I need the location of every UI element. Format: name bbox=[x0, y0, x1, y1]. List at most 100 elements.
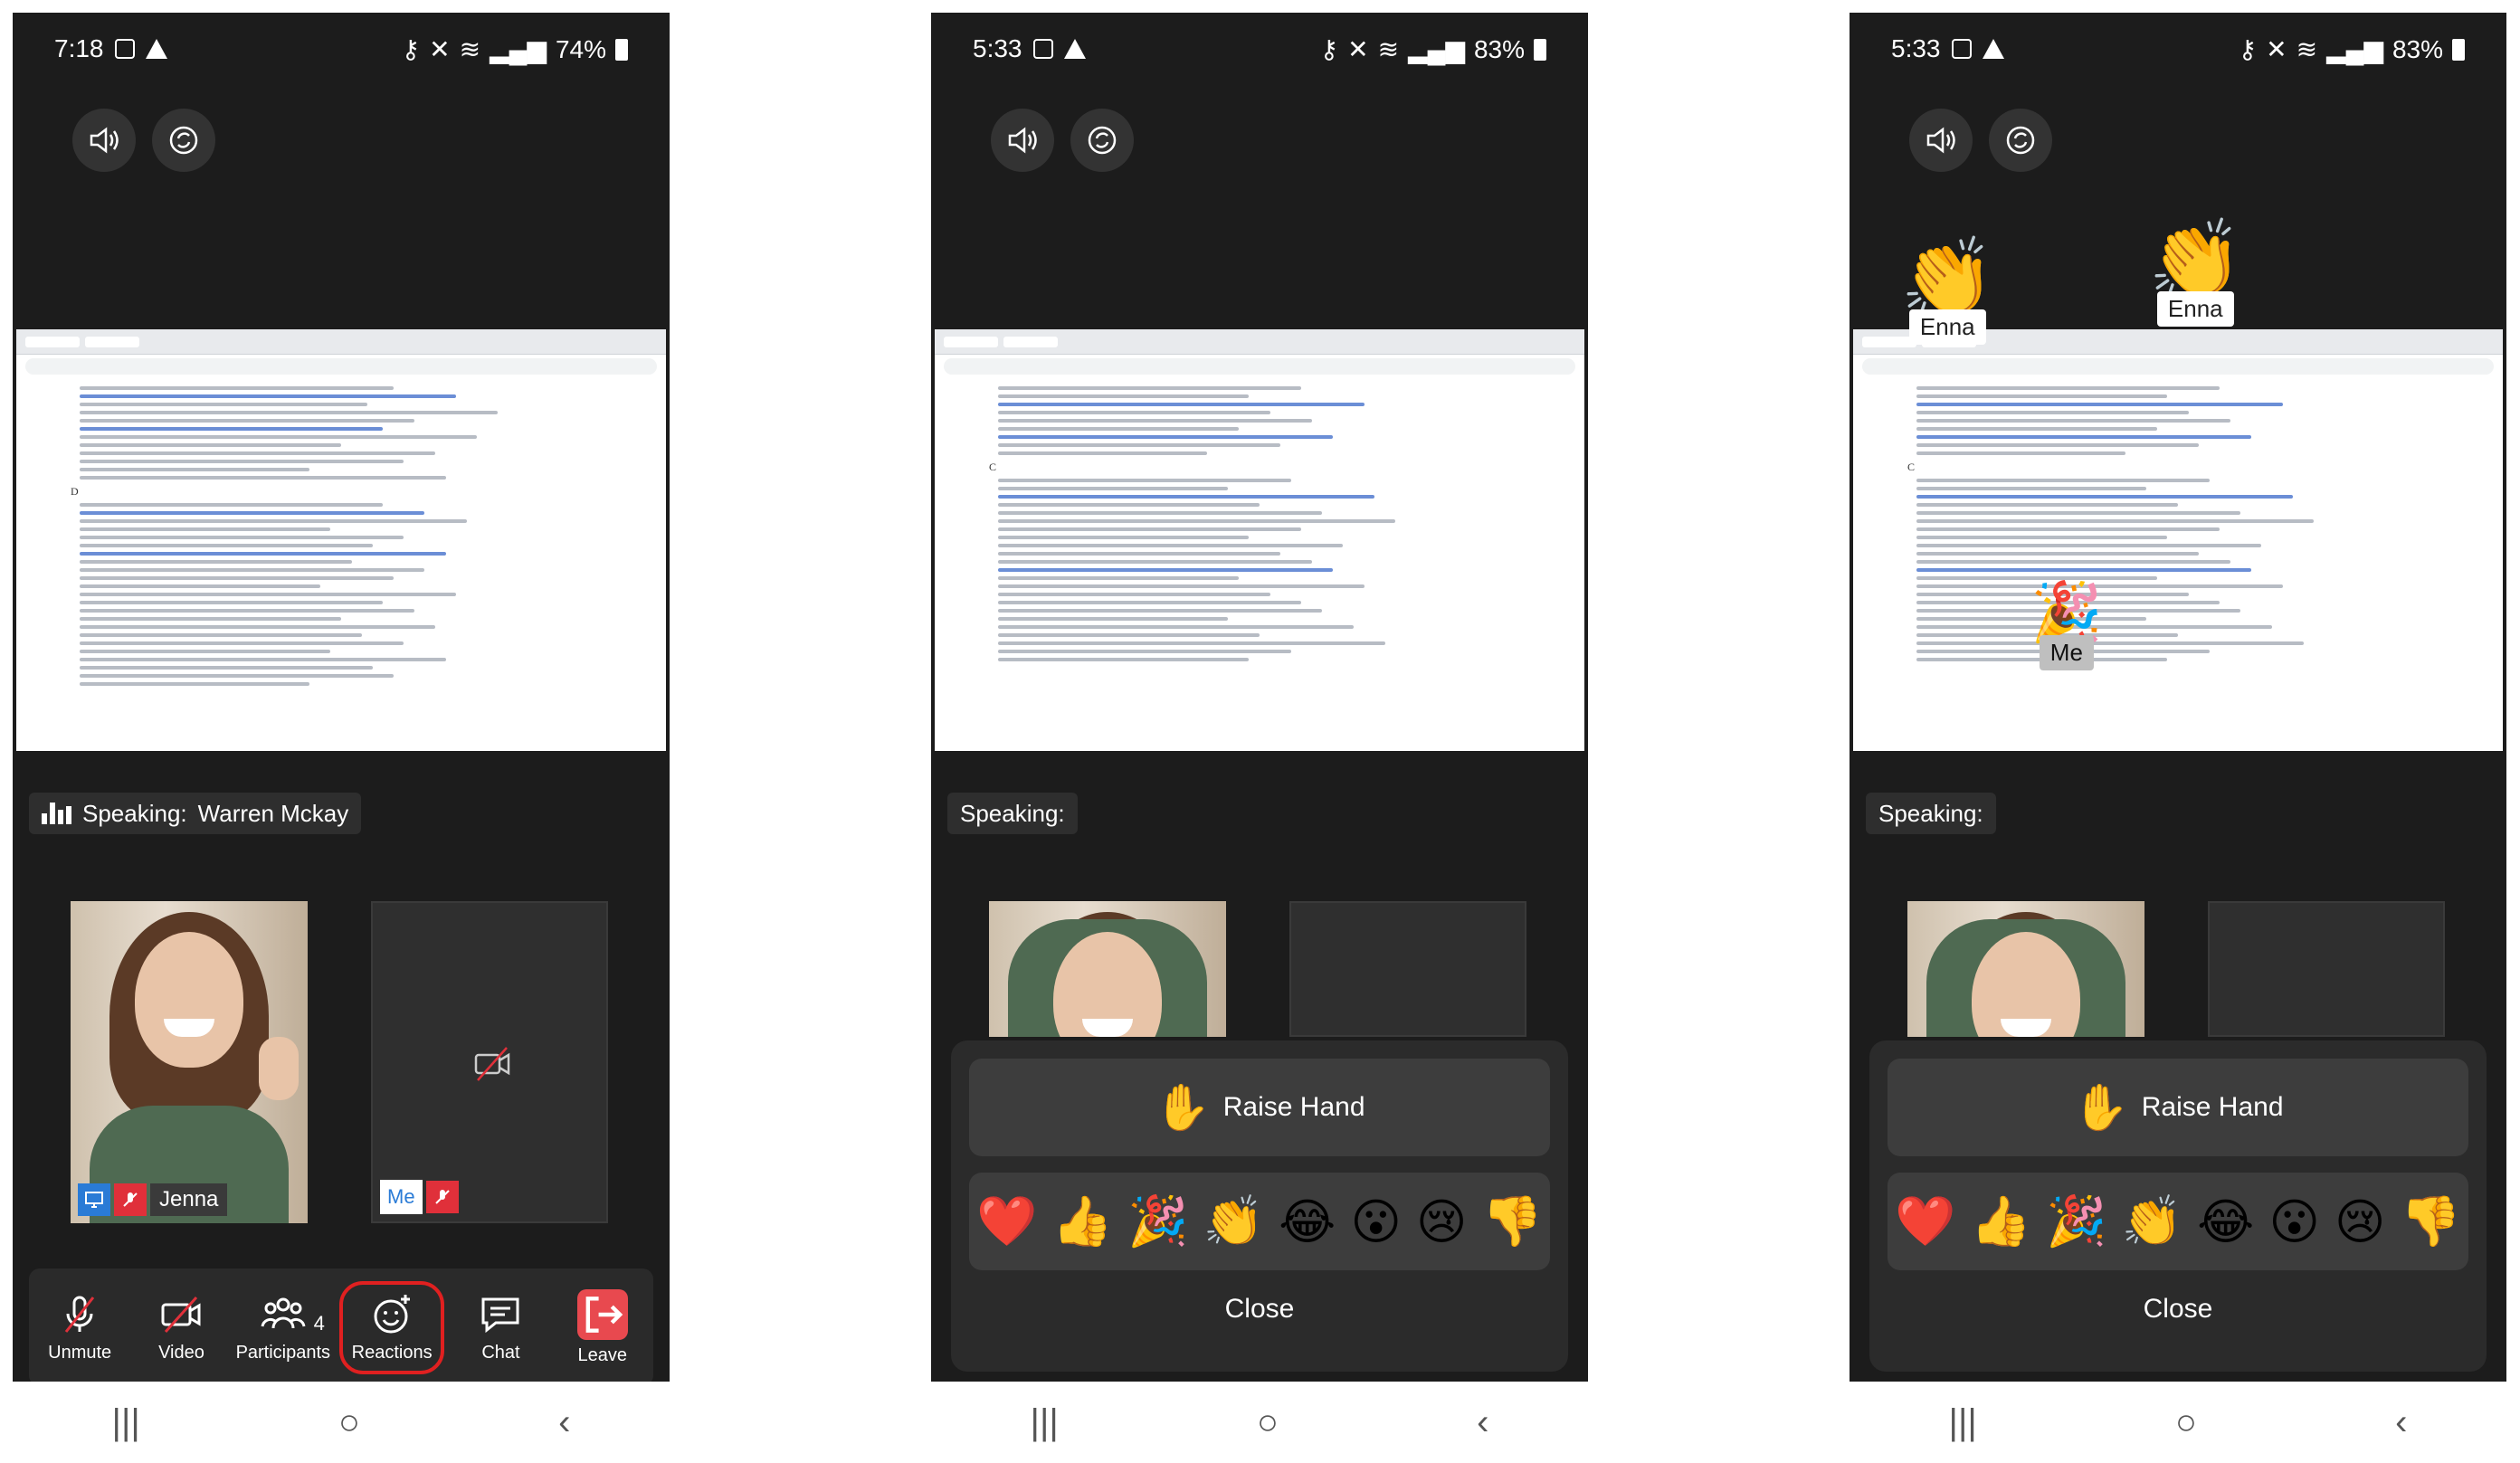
phone-screen-1: 7:18 ⚷ ✕ ≋ ▂▄▆ 74% D Speaking: Warren Mckay … bbox=[13, 13, 670, 1463]
speaker-button[interactable] bbox=[1909, 109, 1973, 172]
phone-screen-2: 5:33 ⚷ ✕ ≋ ▂▄▆ 83% C Speaking: ✋ Raise Hand … bbox=[931, 13, 1588, 1463]
leave-icon bbox=[576, 1288, 628, 1340]
thumbs-down-reaction-icon[interactable]: 👎 bbox=[1482, 1193, 1543, 1250]
audio-level-icon bbox=[42, 803, 71, 824]
mic-off-icon bbox=[425, 1181, 459, 1213]
speaking-name: Warren Mckay bbox=[197, 799, 349, 827]
unmute-label: Unmute bbox=[48, 1342, 112, 1363]
screen-share-view[interactable]: D bbox=[16, 329, 666, 751]
laugh-reaction-icon[interactable]: 😂 bbox=[2197, 1193, 2254, 1250]
thumbs-up-reaction-icon[interactable]: 👍 bbox=[1052, 1193, 1113, 1250]
screen-share-icon bbox=[78, 1183, 110, 1216]
switch-camera-icon bbox=[169, 126, 198, 155]
meeting-toolbar: Unmute Video 4 Participants Reactions Ch… bbox=[29, 1268, 653, 1386]
sad-reaction-icon[interactable]: 😢 bbox=[2335, 1193, 2385, 1250]
mute-icon: ✕ bbox=[1347, 35, 1369, 63]
video-off-icon bbox=[474, 1047, 510, 1081]
battery-text: 83% bbox=[2392, 34, 2443, 63]
surprised-reaction-icon[interactable]: 😮 bbox=[1350, 1193, 1401, 1250]
mic-off-icon bbox=[114, 1183, 147, 1216]
heart-reaction-icon[interactable]: ❤️ bbox=[1895, 1193, 1955, 1250]
android-nav-bar: ||| ○ ‹ bbox=[13, 1382, 670, 1463]
drive-icon bbox=[1063, 39, 1086, 59]
reactions-sheet: ✋ Raise Hand ❤️ 👍 🎉 👏 😂 😮 😢 👎 Close bbox=[951, 1040, 1568, 1372]
back-icon[interactable]: ‹ bbox=[558, 1402, 570, 1443]
gallery-icon bbox=[114, 39, 135, 59]
back-icon[interactable]: ‹ bbox=[2395, 1402, 2407, 1443]
thumbs-down-reaction-icon[interactable]: 👎 bbox=[2401, 1193, 2461, 1250]
mic-off-icon bbox=[64, 1296, 95, 1333]
leave-button[interactable]: Leave bbox=[557, 1288, 648, 1366]
status-time: 5:33 bbox=[1891, 34, 1941, 62]
participant-tile-jenna[interactable] bbox=[989, 901, 1226, 1037]
recents-icon[interactable]: ||| bbox=[112, 1402, 140, 1443]
switch-camera-button[interactable] bbox=[1989, 109, 2052, 172]
mute-icon: ✕ bbox=[2266, 35, 2287, 63]
screen-share-view[interactable]: C bbox=[1853, 329, 2503, 751]
video-label: Video bbox=[158, 1342, 204, 1363]
surprised-reaction-icon[interactable]: 😮 bbox=[2268, 1193, 2319, 1250]
clap-reaction-icon[interactable]: 👏 bbox=[2122, 1193, 2182, 1250]
chat-label: Chat bbox=[481, 1342, 520, 1363]
participant-tile-me[interactable] bbox=[1289, 901, 1526, 1037]
raise-hand-icon: ✋ bbox=[2072, 1081, 2129, 1133]
reactions-button[interactable]: Reactions bbox=[339, 1280, 445, 1374]
speaking-label: Speaking: bbox=[960, 799, 1065, 827]
home-icon[interactable]: ○ bbox=[338, 1402, 360, 1443]
wifi-icon: ≋ bbox=[2296, 35, 2318, 63]
status-bar: 5:33 ⚷ ✕ ≋ ▂▄▆ 83% bbox=[1850, 13, 2506, 85]
gallery-icon bbox=[1032, 39, 1053, 59]
participants-label: Participants bbox=[235, 1342, 331, 1363]
reactions-icon bbox=[374, 1294, 411, 1333]
video-button[interactable]: Video bbox=[136, 1292, 226, 1363]
participant-tile-me[interactable]: Me bbox=[371, 901, 608, 1223]
raise-hand-button[interactable]: ✋ Raise Hand bbox=[1888, 1059, 2468, 1156]
speaker-button[interactable] bbox=[72, 109, 136, 172]
emoji-reaction-row: ❤️ 👍 🎉 👏 😂 😮 😢 👎 bbox=[1888, 1173, 2468, 1270]
party-popper-reaction-icon[interactable]: 🎉 bbox=[2046, 1193, 2106, 1250]
switch-camera-icon bbox=[2006, 126, 2035, 155]
laugh-reaction-icon[interactable]: 😂 bbox=[1279, 1193, 1336, 1250]
raise-hand-button[interactable]: ✋ Raise Hand bbox=[969, 1059, 1550, 1156]
chat-button[interactable]: Chat bbox=[455, 1292, 546, 1363]
participant-tile-jenna[interactable] bbox=[1907, 901, 2144, 1037]
clap-reaction-icon[interactable]: 👏 bbox=[1203, 1193, 1264, 1250]
thumbs-up-reaction-icon[interactable]: 👍 bbox=[1971, 1193, 2031, 1250]
mute-icon: ✕ bbox=[429, 35, 451, 63]
signal-icon: ▂▄▆ bbox=[2326, 35, 2383, 63]
video-off-icon bbox=[161, 1296, 201, 1333]
raise-hand-label: Raise Hand bbox=[1222, 1092, 1365, 1122]
unmute-button[interactable]: Unmute bbox=[34, 1292, 125, 1363]
sad-reaction-icon[interactable]: 😢 bbox=[1416, 1193, 1467, 1250]
home-icon[interactable]: ○ bbox=[1257, 1402, 1279, 1443]
close-button[interactable]: Close bbox=[951, 1294, 1568, 1325]
back-icon[interactable]: ‹ bbox=[1477, 1402, 1488, 1443]
participant-tile-me[interactable] bbox=[2208, 901, 2445, 1037]
status-bar: 5:33 ⚷ ✕ ≋ ▂▄▆ 83% bbox=[931, 13, 1588, 85]
participants-button[interactable]: 4 Participants bbox=[235, 1292, 331, 1363]
participants-count: 4 bbox=[313, 1311, 325, 1335]
battery-text: 83% bbox=[1473, 34, 1525, 63]
home-icon[interactable]: ○ bbox=[2175, 1402, 2197, 1443]
leave-label: Leave bbox=[577, 1344, 628, 1365]
switch-camera-button[interactable] bbox=[152, 109, 215, 172]
drive-icon bbox=[145, 39, 167, 59]
screen-share-view[interactable]: C bbox=[935, 329, 1584, 751]
speaking-label: Speaking: bbox=[82, 799, 187, 827]
reactions-label: Reactions bbox=[351, 1342, 433, 1363]
battery-icon bbox=[2452, 38, 2465, 61]
recents-icon[interactable]: ||| bbox=[1949, 1402, 1977, 1443]
key-icon: ⚷ bbox=[401, 35, 421, 63]
speaker-button[interactable] bbox=[991, 109, 1054, 172]
party-popper-reaction-icon[interactable]: 🎉 bbox=[1127, 1193, 1188, 1250]
recents-icon[interactable]: ||| bbox=[1031, 1402, 1059, 1443]
close-button[interactable]: Close bbox=[1869, 1294, 2487, 1325]
status-time: 5:33 bbox=[973, 34, 1022, 62]
speaking-indicator: Speaking: Warren Mckay bbox=[29, 793, 362, 834]
wifi-icon: ≋ bbox=[1377, 35, 1400, 63]
heart-reaction-icon[interactable]: ❤️ bbox=[976, 1193, 1037, 1250]
switch-camera-button[interactable] bbox=[1070, 109, 1134, 172]
speaker-icon bbox=[90, 127, 119, 154]
participant-tile-jenna[interactable]: Jenna bbox=[71, 901, 308, 1223]
reaction-sender-name: Enna bbox=[2156, 291, 2234, 327]
